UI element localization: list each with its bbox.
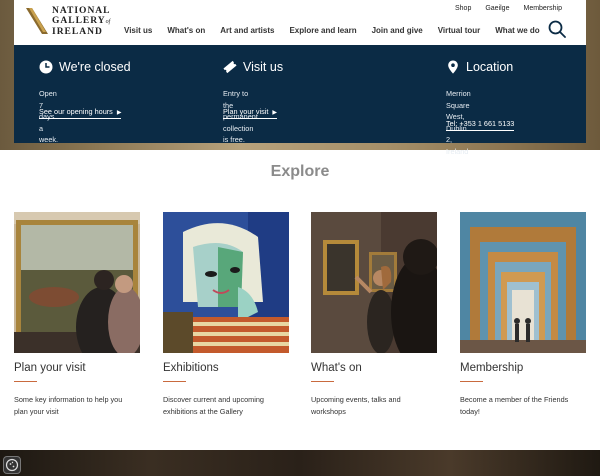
nav-whats-on[interactable]: What's on <box>167 26 205 35</box>
nav-art-and-artists[interactable]: Art and artists <box>220 26 274 35</box>
util-link-shop[interactable]: Shop <box>455 5 471 12</box>
plan-visit-link[interactable]: Plan your visit ▶ <box>223 107 278 119</box>
location-title: Location <box>466 60 514 74</box>
gallery-logo[interactable]: NATIONAL GALLERYof IRELAND <box>26 6 126 38</box>
logo-line-gallery: GALLERYof <box>52 16 111 26</box>
card-divider <box>14 381 37 382</box>
card-title[interactable]: What's on <box>311 362 362 374</box>
cookie-settings-button[interactable] <box>3 456 21 474</box>
next-section-image-strip <box>0 450 600 476</box>
card-divider <box>163 381 186 382</box>
card-divider <box>460 381 483 382</box>
main-navigation: Visit us What's on Art and artists Explo… <box>124 26 540 35</box>
logo-text: NATIONAL GALLERYof IRELAND <box>52 6 111 37</box>
utility-links: Shop Gaeilge Membership <box>455 5 562 12</box>
card-description: Become a member of the Friends today! <box>460 395 569 416</box>
card-image-picasso-portrait <box>163 212 289 353</box>
visit-heading: Visit us <box>223 60 283 74</box>
card-image-gallery-doorways <box>460 212 586 353</box>
explore-heading: Explore <box>270 163 330 180</box>
ticket-icon <box>223 60 237 74</box>
card-description: Some key information to help you plan you… <box>14 395 123 416</box>
site-header: NATIONAL GALLERYof IRELAND Shop Gaeilge … <box>14 0 586 45</box>
hours-heading: We're closed <box>39 60 131 74</box>
nav-join-and-give[interactable]: Join and give <box>372 26 423 35</box>
util-link-membership[interactable]: Membership <box>523 5 562 12</box>
phone-link[interactable]: Tel: +353 1 661 5133 <box>446 119 515 131</box>
card-title[interactable]: Exhibitions <box>163 362 219 374</box>
clock-icon <box>39 60 53 74</box>
nav-visit-us[interactable]: Visit us <box>124 26 152 35</box>
card-title[interactable]: Membership <box>460 362 523 374</box>
card-title[interactable]: Plan your visit <box>14 362 86 374</box>
logo-line-ireland: IRELAND <box>52 27 103 37</box>
nav-virtual-tour[interactable]: Virtual tour <box>438 26 481 35</box>
logo-line-national: NATIONAL <box>52 6 111 16</box>
nav-explore-and-learn[interactable]: Explore and learn <box>289 26 356 35</box>
location-heading: Location <box>446 60 513 74</box>
chevron-right-icon: ▶ <box>272 110 278 116</box>
util-link-gaeilge[interactable]: Gaeilge <box>485 5 509 12</box>
card-description: Discover current and upcoming exhibitions… <box>163 395 264 416</box>
cookie-icon <box>5 458 19 472</box>
chevron-right-icon: ▶ <box>116 110 122 116</box>
map-pin-icon <box>448 60 458 74</box>
visit-title: Visit us <box>243 60 284 74</box>
card-image-gallery-painting <box>14 212 140 353</box>
card-description: Upcoming events, talks and workshops <box>311 395 401 416</box>
card-divider <box>311 381 334 382</box>
hours-title: We're closed <box>59 60 131 74</box>
opening-hours-link[interactable]: See our opening hours ▶ <box>39 107 122 119</box>
nav-what-we-do[interactable]: What we do <box>495 26 539 35</box>
search-icon[interactable] <box>548 20 566 38</box>
card-image-gallery-tour <box>311 212 437 353</box>
logo-mark-icon <box>26 8 48 34</box>
visitor-info-banner: We're closed Open 7 days a week. See our… <box>14 45 586 156</box>
